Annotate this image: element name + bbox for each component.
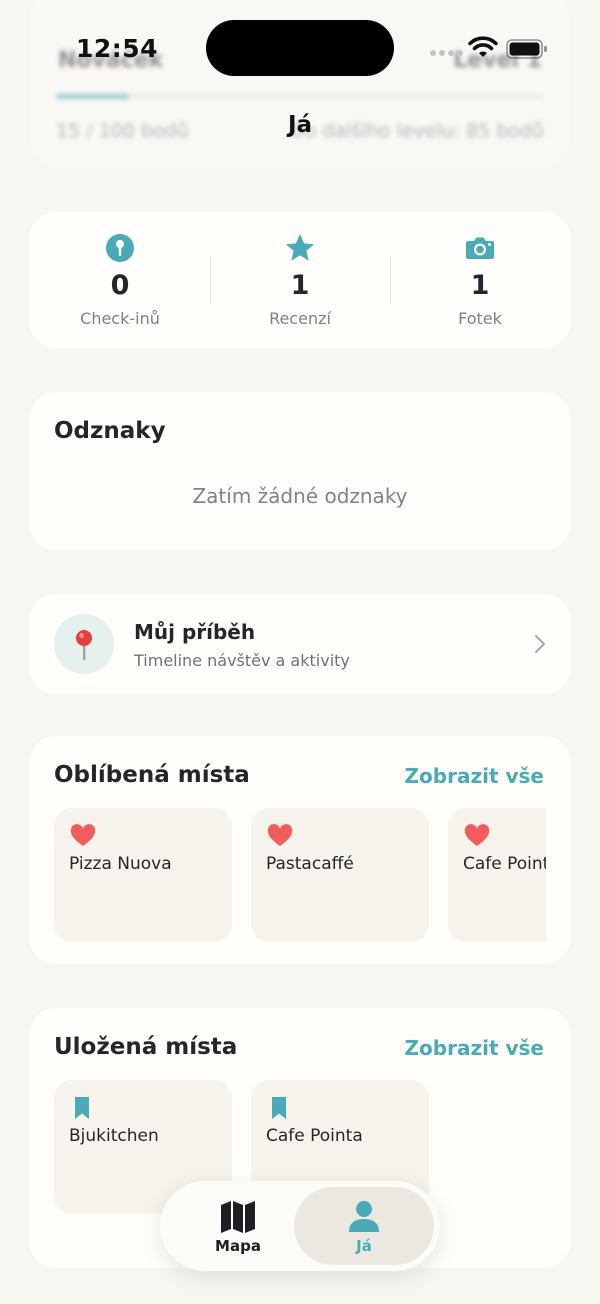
person-icon bbox=[349, 1201, 379, 1232]
stat-label: Fotek bbox=[458, 309, 502, 328]
level-progress-fill bbox=[56, 94, 130, 99]
favorite-place-tile[interactable]: Pizza Nuova bbox=[54, 808, 232, 942]
saved-title: Uložená místa bbox=[54, 1034, 238, 1060]
bookmark-icon bbox=[75, 1097, 89, 1119]
heart-icon bbox=[70, 824, 96, 846]
stat-value: 1 bbox=[470, 270, 490, 301]
tab-me[interactable]: Já bbox=[294, 1187, 434, 1265]
saved-see-all-link[interactable]: Zobrazit vše bbox=[405, 1036, 544, 1060]
badges-empty-text: Zatím žádné odznaky bbox=[192, 484, 408, 508]
story-title: Můj příběh bbox=[134, 620, 256, 644]
stat-label: Recenzí bbox=[269, 309, 331, 328]
place-name: Pastacaffé bbox=[266, 854, 354, 874]
stat-photos: 1 Fotek bbox=[390, 232, 570, 328]
favorites-card: Oblíbená místa Zobrazit vše Pizza Nuova … bbox=[30, 736, 570, 964]
story-avatar bbox=[54, 614, 114, 674]
place-name: Cafe Pointa bbox=[266, 1126, 363, 1146]
stats-card: 0 Check-inů 1 Recenzí 1 Fotek bbox=[30, 212, 570, 348]
wifi-icon bbox=[468, 36, 498, 57]
tab-bar: Mapa Já bbox=[160, 1181, 440, 1271]
cellular-signal-icon bbox=[430, 50, 463, 58]
favorite-place-tile[interactable]: Cafe Pointa bbox=[448, 808, 546, 942]
camera-icon bbox=[466, 237, 494, 259]
badges-card: Odznaky Zatím žádné odznaky bbox=[30, 392, 570, 550]
my-story-row[interactable]: Můj příběh Timeline návštěv a aktivity bbox=[30, 594, 570, 694]
level-progress-bar bbox=[56, 94, 544, 99]
heart-icon bbox=[267, 824, 293, 846]
page-title: Já bbox=[287, 112, 313, 138]
stat-value: 0 bbox=[110, 270, 130, 301]
bookmark-icon bbox=[272, 1097, 286, 1119]
pin-icon bbox=[106, 234, 134, 262]
favorites-list[interactable]: Pizza Nuova Pastacaffé Cafe Pointa bbox=[54, 808, 546, 942]
dynamic-island bbox=[206, 20, 394, 76]
chevron-right-icon bbox=[535, 635, 545, 653]
status-time: 12:54 bbox=[76, 34, 159, 63]
tab-label: Já bbox=[356, 1237, 372, 1255]
heart-icon bbox=[464, 824, 490, 846]
pushpin-icon bbox=[76, 630, 92, 660]
stat-label: Check-inů bbox=[80, 309, 160, 328]
battery-icon bbox=[506, 39, 547, 59]
tab-label: Mapa bbox=[215, 1237, 261, 1255]
stat-checkins: 0 Check-inů bbox=[30, 232, 210, 328]
map-icon bbox=[221, 1201, 255, 1233]
favorites-see-all-link[interactable]: Zobrazit vše bbox=[405, 764, 544, 788]
stat-value: 1 bbox=[290, 270, 310, 301]
stat-reviews: 1 Recenzí bbox=[210, 232, 390, 328]
tab-map[interactable]: Mapa bbox=[168, 1187, 308, 1265]
star-icon bbox=[286, 234, 314, 261]
favorites-title: Oblíbená místa bbox=[54, 762, 250, 788]
favorite-place-tile[interactable]: Pastacaffé bbox=[251, 808, 429, 942]
badges-title: Odznaky bbox=[54, 418, 166, 444]
place-name: Bjukitchen bbox=[69, 1126, 159, 1146]
story-subtitle: Timeline návštěv a aktivity bbox=[134, 651, 350, 670]
place-name: Pizza Nuova bbox=[69, 854, 172, 874]
place-name: Cafe Pointa bbox=[463, 854, 546, 874]
